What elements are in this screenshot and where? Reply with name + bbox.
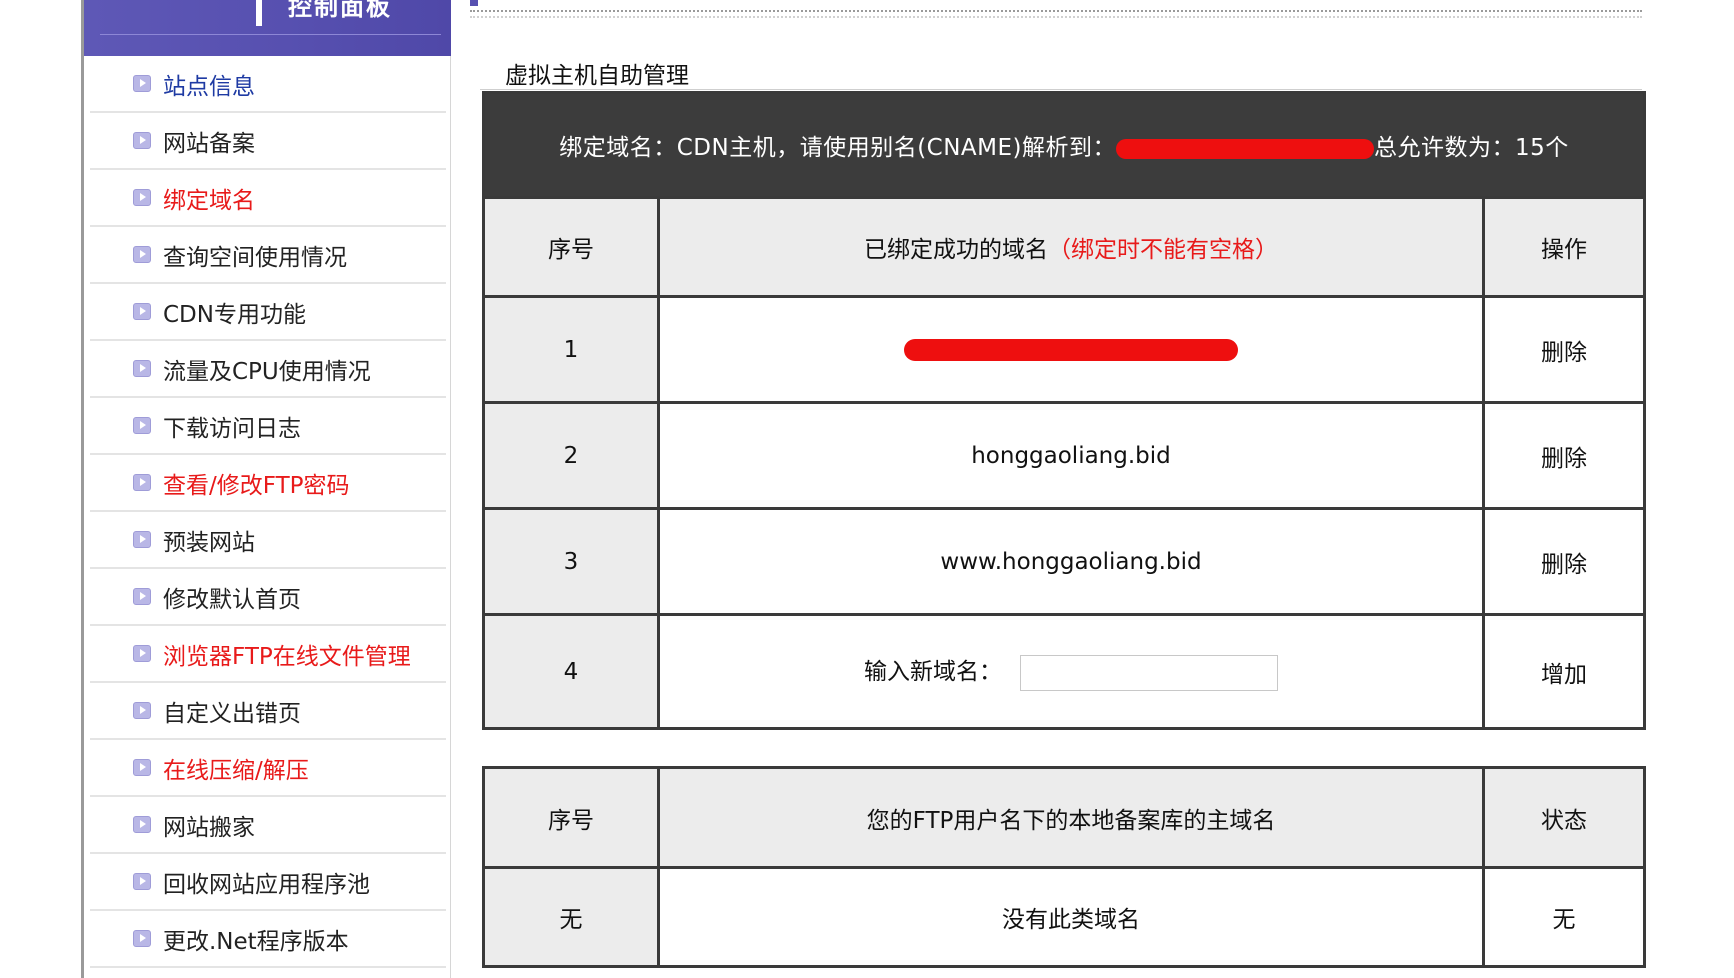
row-index: 2 bbox=[485, 404, 657, 507]
sidebar-item-label: 下载访问日志 bbox=[163, 415, 301, 442]
play-bullet-icon bbox=[133, 75, 151, 92]
play-bullet-icon bbox=[133, 417, 151, 434]
redacted-cname-target bbox=[1116, 138, 1375, 159]
row-index: 3 bbox=[485, 510, 657, 613]
col-header-action: 操作 bbox=[1485, 199, 1644, 295]
sidebar-item-label: 流量及CPU使用情况 bbox=[163, 358, 371, 385]
main-content: 虚拟主机自助管理 绑定域名：CDN主机，请使用别名(CNAME)解析到： 总允许数… bbox=[470, 0, 1650, 978]
sidebar-item-default-page[interactable]: 修改默认首页 bbox=[90, 569, 446, 626]
sidebar-item-site-move[interactable]: 网站搬家 bbox=[90, 797, 446, 854]
play-bullet-icon bbox=[133, 246, 151, 263]
sidebar-menu: 站点信息 网站备案 绑定域名 查询空间使用情况 CDN专用功能 流量及CPU使用… bbox=[90, 56, 446, 968]
sidebar-item-label: 在线压缩/解压 bbox=[163, 757, 309, 784]
play-bullet-icon bbox=[133, 360, 151, 377]
sidebar-item-unzip[interactable]: 在线压缩/解压 bbox=[90, 740, 446, 797]
sidebar-item-label: 网站搬家 bbox=[163, 814, 255, 841]
sidebar-item-label: 查询空间使用情况 bbox=[163, 244, 347, 271]
sidebar-item-bind-domain[interactable]: 绑定域名 bbox=[90, 170, 446, 227]
redacted-domain bbox=[904, 339, 1238, 361]
bind-info-banner: 绑定域名：CDN主机，请使用别名(CNAME)解析到： 总允许数为：15个 bbox=[485, 94, 1644, 196]
delete-button[interactable]: 删除 bbox=[1485, 404, 1644, 507]
sidebar-item-site-filing[interactable]: 网站备案 bbox=[90, 113, 446, 170]
row-domain: 没有此类域名 bbox=[660, 869, 1482, 965]
sidebar-item-recycle-pool[interactable]: 回收网站应用程序池 bbox=[90, 854, 446, 911]
col-header-domain: 已绑定成功的域名（绑定时不能有空格） bbox=[660, 199, 1482, 295]
play-bullet-icon bbox=[133, 702, 151, 719]
row-index: 无 bbox=[485, 869, 657, 965]
row-domain: honggaoliang.bid bbox=[660, 404, 1482, 507]
banner-prefix: 绑定域名：CDN主机，请使用别名(CNAME)解析到： bbox=[559, 135, 1117, 161]
sidebar-item-label: 网站备案 bbox=[163, 130, 255, 157]
col-header-status: 状态 bbox=[1485, 769, 1643, 866]
sidebar-item-cdn[interactable]: CDN专用功能 bbox=[90, 284, 446, 341]
play-bullet-icon bbox=[133, 816, 151, 833]
sidebar-item-label: 站点信息 bbox=[163, 73, 255, 100]
col-header-main-domain: 您的FTP用户名下的本地备案库的主域名 bbox=[660, 769, 1482, 866]
delete-button[interactable]: 删除 bbox=[1485, 298, 1644, 401]
col-header-domain-label: 已绑定成功的域名 bbox=[864, 237, 1048, 263]
row-domain: www.honggaoliang.bid bbox=[660, 510, 1482, 613]
table-row: 无 没有此类域名 无 bbox=[485, 869, 1643, 965]
play-bullet-icon bbox=[133, 303, 151, 320]
sidebar-header: 控制面板 bbox=[84, 0, 451, 56]
sidebar-item-label: 自定义出错页 bbox=[163, 700, 301, 727]
col-header-index: 序号 bbox=[485, 199, 657, 295]
sidebar-title: 控制面板 bbox=[288, 0, 392, 21]
row-index: 1 bbox=[485, 298, 657, 401]
sidebar-item-label: 预装网站 bbox=[163, 529, 255, 556]
table-row: 3 www.honggaoliang.bid 删除 bbox=[485, 510, 1644, 613]
ftp-domains-table: 序号 您的FTP用户名下的本地备案库的主域名 状态 无 没有此类域名 无 bbox=[482, 766, 1646, 968]
play-bullet-icon bbox=[133, 474, 151, 491]
sidebar-item-error-page[interactable]: 自定义出错页 bbox=[90, 683, 446, 740]
play-bullet-icon bbox=[133, 873, 151, 890]
sidebar-item-label: 回收网站应用程序池 bbox=[163, 871, 370, 898]
row-domain bbox=[660, 298, 1482, 401]
new-domain-input[interactable] bbox=[1020, 654, 1278, 691]
play-bullet-icon bbox=[133, 189, 151, 206]
new-domain-label: 输入新域名： bbox=[864, 659, 1002, 686]
banner-suffix: 总允许数为：15个 bbox=[1374, 135, 1569, 161]
bound-domains-table: 绑定域名：CDN主机，请使用别名(CNAME)解析到： 总允许数为：15个 序号 … bbox=[482, 91, 1647, 730]
sidebar: 控制面板 站点信息 网站备案 绑定域名 查询空间使用情况 CDN专用功能 流量及… bbox=[81, 0, 451, 978]
sidebar-item-access-log[interactable]: 下载访问日志 bbox=[90, 398, 446, 455]
table-row: 2 honggaoliang.bid 删除 bbox=[485, 404, 1644, 507]
sidebar-item-ftp-password[interactable]: 查看/修改FTP密码 bbox=[90, 455, 446, 512]
top-dotted-rule bbox=[470, 10, 1642, 18]
play-bullet-icon bbox=[133, 645, 151, 662]
title-divider bbox=[480, 89, 1642, 90]
row-index: 4 bbox=[485, 616, 657, 727]
header-accent-bar bbox=[256, 0, 262, 26]
new-domain-cell: 输入新域名： bbox=[660, 616, 1482, 727]
play-bullet-icon bbox=[133, 588, 151, 605]
table-row: 1 删除 bbox=[485, 298, 1644, 401]
sidebar-item-space-usage[interactable]: 查询空间使用情况 bbox=[90, 227, 446, 284]
sidebar-item-traffic-cpu[interactable]: 流量及CPU使用情况 bbox=[90, 341, 446, 398]
delete-button[interactable]: 删除 bbox=[1485, 510, 1644, 613]
sidebar-item-label: 修改默认首页 bbox=[163, 586, 301, 613]
add-button[interactable]: 增加 bbox=[1485, 616, 1644, 727]
sidebar-item-label: 更改.Net程序版本 bbox=[163, 928, 349, 955]
play-bullet-icon bbox=[133, 132, 151, 149]
col-header-index: 序号 bbox=[485, 769, 657, 866]
sidebar-item-label: 绑定域名 bbox=[163, 187, 255, 214]
col-header-domain-hint: （绑定时不能有空格） bbox=[1048, 237, 1278, 263]
sidebar-item-web-ftp[interactable]: 浏览器FTP在线文件管理 bbox=[90, 626, 446, 683]
sidebar-item-label: 浏览器FTP在线文件管理 bbox=[163, 643, 411, 670]
new-domain-row: 4 输入新域名： 增加 bbox=[485, 616, 1644, 727]
sidebar-item-preinstall-site[interactable]: 预装网站 bbox=[90, 512, 446, 569]
page-title: 虚拟主机自助管理 bbox=[505, 63, 689, 89]
sidebar-item-label: 查看/修改FTP密码 bbox=[163, 472, 350, 499]
sidebar-item-label: CDN专用功能 bbox=[163, 301, 306, 328]
play-bullet-icon bbox=[133, 930, 151, 947]
header-divider bbox=[100, 34, 441, 35]
sidebar-item-dotnet-version[interactable]: 更改.Net程序版本 bbox=[90, 911, 446, 968]
play-bullet-icon bbox=[133, 759, 151, 776]
top-accent-mark bbox=[470, 0, 478, 6]
row-status: 无 bbox=[1485, 869, 1643, 965]
sidebar-item-site-info[interactable]: 站点信息 bbox=[90, 56, 446, 113]
play-bullet-icon bbox=[133, 531, 151, 548]
